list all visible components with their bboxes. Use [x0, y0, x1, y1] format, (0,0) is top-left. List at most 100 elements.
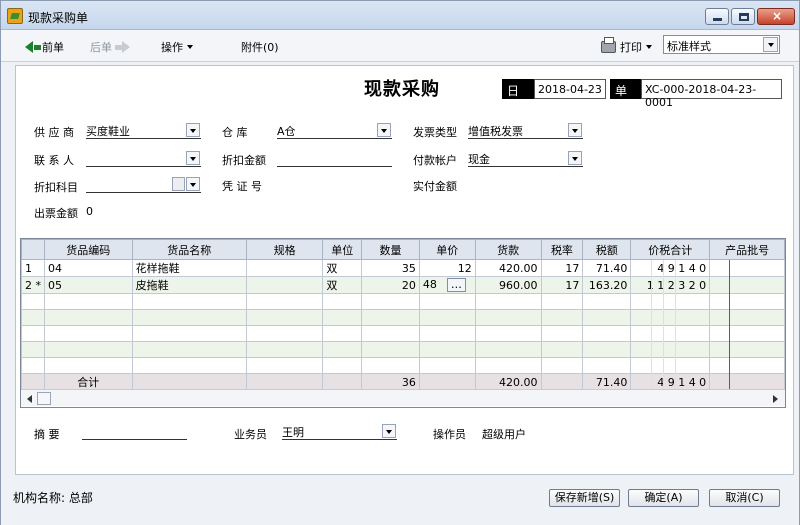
cell-batch[interactable]: [709, 276, 785, 294]
empty-cell[interactable]: [44, 309, 133, 326]
summary-input[interactable]: [82, 424, 187, 440]
style-dropdown-button[interactable]: [763, 37, 778, 52]
column-header-tax-rate[interactable]: 税率: [540, 239, 584, 260]
empty-cell[interactable]: [361, 293, 420, 310]
empty-cell[interactable]: [709, 341, 785, 358]
warehouse-select[interactable]: A仓: [277, 123, 392, 139]
column-header-code[interactable]: 货品编码: [44, 239, 133, 260]
invoice-type-select[interactable]: 增值税发票: [468, 123, 583, 139]
supplier-dropdown-icon[interactable]: [186, 123, 200, 137]
empty-cell[interactable]: [709, 325, 785, 342]
table-row[interactable]: 2 * 05 皮拖鞋 双 20 48 … 960.00 17 163.20 1 1…: [21, 276, 785, 294]
prev-button[interactable]: 前单: [25, 39, 64, 55]
cancel-button[interactable]: 取消(C): [709, 489, 780, 507]
cell-total[interactable]: 4 9 1 4 0: [630, 259, 711, 277]
column-header-quantity[interactable]: 数量: [361, 239, 420, 260]
table-row[interactable]: [21, 293, 785, 310]
empty-cell[interactable]: [630, 309, 711, 326]
cell-amount[interactable]: 960.00: [474, 276, 542, 294]
empty-cell[interactable]: [322, 357, 363, 374]
table-row[interactable]: [21, 325, 785, 342]
empty-cell[interactable]: [44, 341, 133, 358]
cell-price-editor[interactable]: 48…: [418, 276, 476, 294]
empty-cell[interactable]: [322, 325, 363, 342]
supplier-select[interactable]: 买度鞋业: [86, 123, 201, 139]
payment-account-select[interactable]: 现金: [468, 151, 583, 167]
empty-cell[interactable]: [131, 357, 247, 374]
cell-tax-rate[interactable]: 17: [540, 259, 584, 277]
salesperson-dropdown-icon[interactable]: [382, 424, 396, 438]
empty-cell[interactable]: [322, 309, 363, 326]
save-new-button[interactable]: 保存新增(S): [549, 489, 620, 507]
empty-cell[interactable]: [245, 293, 324, 310]
discount-subject-dropdown-icon[interactable]: [186, 177, 200, 191]
cell-spec[interactable]: [245, 276, 324, 294]
empty-cell[interactable]: [131, 293, 247, 310]
cell-unit[interactable]: 双: [322, 276, 363, 294]
empty-cell[interactable]: [418, 357, 476, 374]
empty-cell[interactable]: [709, 309, 785, 326]
column-header-name[interactable]: 货品名称: [131, 239, 247, 260]
empty-cell[interactable]: [709, 357, 785, 374]
empty-cell[interactable]: [540, 293, 584, 310]
cell-batch[interactable]: [709, 259, 785, 277]
empty-cell[interactable]: [630, 357, 711, 374]
empty-cell[interactable]: [474, 341, 542, 358]
column-header-unit[interactable]: 单位: [322, 239, 363, 260]
empty-cell[interactable]: [131, 341, 247, 358]
column-header-total[interactable]: 价税合计: [630, 239, 711, 260]
discount-subject-select[interactable]: [86, 177, 201, 193]
date-field[interactable]: 2018-04-23: [534, 79, 606, 99]
table-row[interactable]: 1 04 花样拖鞋 双 35 12 420.00 17 71.40 4 9 1 …: [21, 259, 785, 277]
empty-cell[interactable]: [418, 293, 476, 310]
table-row[interactable]: [21, 357, 785, 374]
empty-cell[interactable]: [474, 293, 542, 310]
cell-price[interactable]: 12: [418, 259, 476, 277]
empty-cell[interactable]: [582, 341, 632, 358]
empty-cell[interactable]: [630, 325, 711, 342]
empty-cell[interactable]: [44, 293, 133, 310]
cell-code[interactable]: 05: [44, 276, 133, 294]
empty-cell[interactable]: [245, 309, 324, 326]
scroll-right-icon[interactable]: [770, 392, 782, 405]
empty-cell[interactable]: [630, 293, 711, 310]
empty-cell[interactable]: [322, 293, 363, 310]
horizontal-scrollbar[interactable]: [21, 389, 785, 406]
empty-cell[interactable]: [131, 309, 247, 326]
attachment-button[interactable]: 附件(0): [241, 39, 279, 55]
empty-cell[interactable]: [418, 309, 476, 326]
empty-cell[interactable]: [540, 341, 584, 358]
empty-cell[interactable]: [245, 325, 324, 342]
contact-select[interactable]: [86, 151, 201, 167]
empty-cell[interactable]: [582, 309, 632, 326]
number-field[interactable]: XC-000-2018-04-23-0001: [641, 79, 782, 109]
empty-cell[interactable]: [540, 309, 584, 326]
operation-menu[interactable]: 操作: [161, 39, 193, 55]
discount-amount-input[interactable]: [277, 151, 392, 167]
empty-cell[interactable]: [474, 309, 542, 326]
empty-cell[interactable]: [361, 357, 420, 374]
payment-account-dropdown-icon[interactable]: [568, 151, 582, 165]
empty-cell[interactable]: [131, 325, 247, 342]
empty-cell[interactable]: [582, 325, 632, 342]
empty-cell[interactable]: [418, 325, 476, 342]
minimize-button[interactable]: [705, 8, 729, 25]
empty-cell[interactable]: [474, 357, 542, 374]
contact-dropdown-icon[interactable]: [186, 151, 200, 165]
column-header-amount[interactable]: 货款: [474, 239, 542, 260]
cell-name[interactable]: 皮拖鞋: [131, 276, 247, 294]
empty-cell[interactable]: [630, 341, 711, 358]
empty-cell[interactable]: [709, 293, 785, 310]
table-row[interactable]: [21, 341, 785, 358]
maximize-button[interactable]: [731, 8, 755, 25]
cell-tax-rate[interactable]: 17: [540, 276, 584, 294]
scroll-left-icon[interactable]: [24, 392, 36, 405]
invoice-type-dropdown-icon[interactable]: [568, 123, 582, 137]
column-header-tax-amount[interactable]: 税额: [582, 239, 632, 260]
more-icon[interactable]: …: [446, 278, 466, 292]
empty-cell[interactable]: [322, 341, 363, 358]
cell-quantity[interactable]: 20: [361, 276, 420, 294]
empty-cell[interactable]: [361, 325, 420, 342]
cell-total[interactable]: 1 1 2 3 2 0: [630, 276, 711, 294]
cell-tax-amount[interactable]: 71.40: [582, 259, 632, 277]
